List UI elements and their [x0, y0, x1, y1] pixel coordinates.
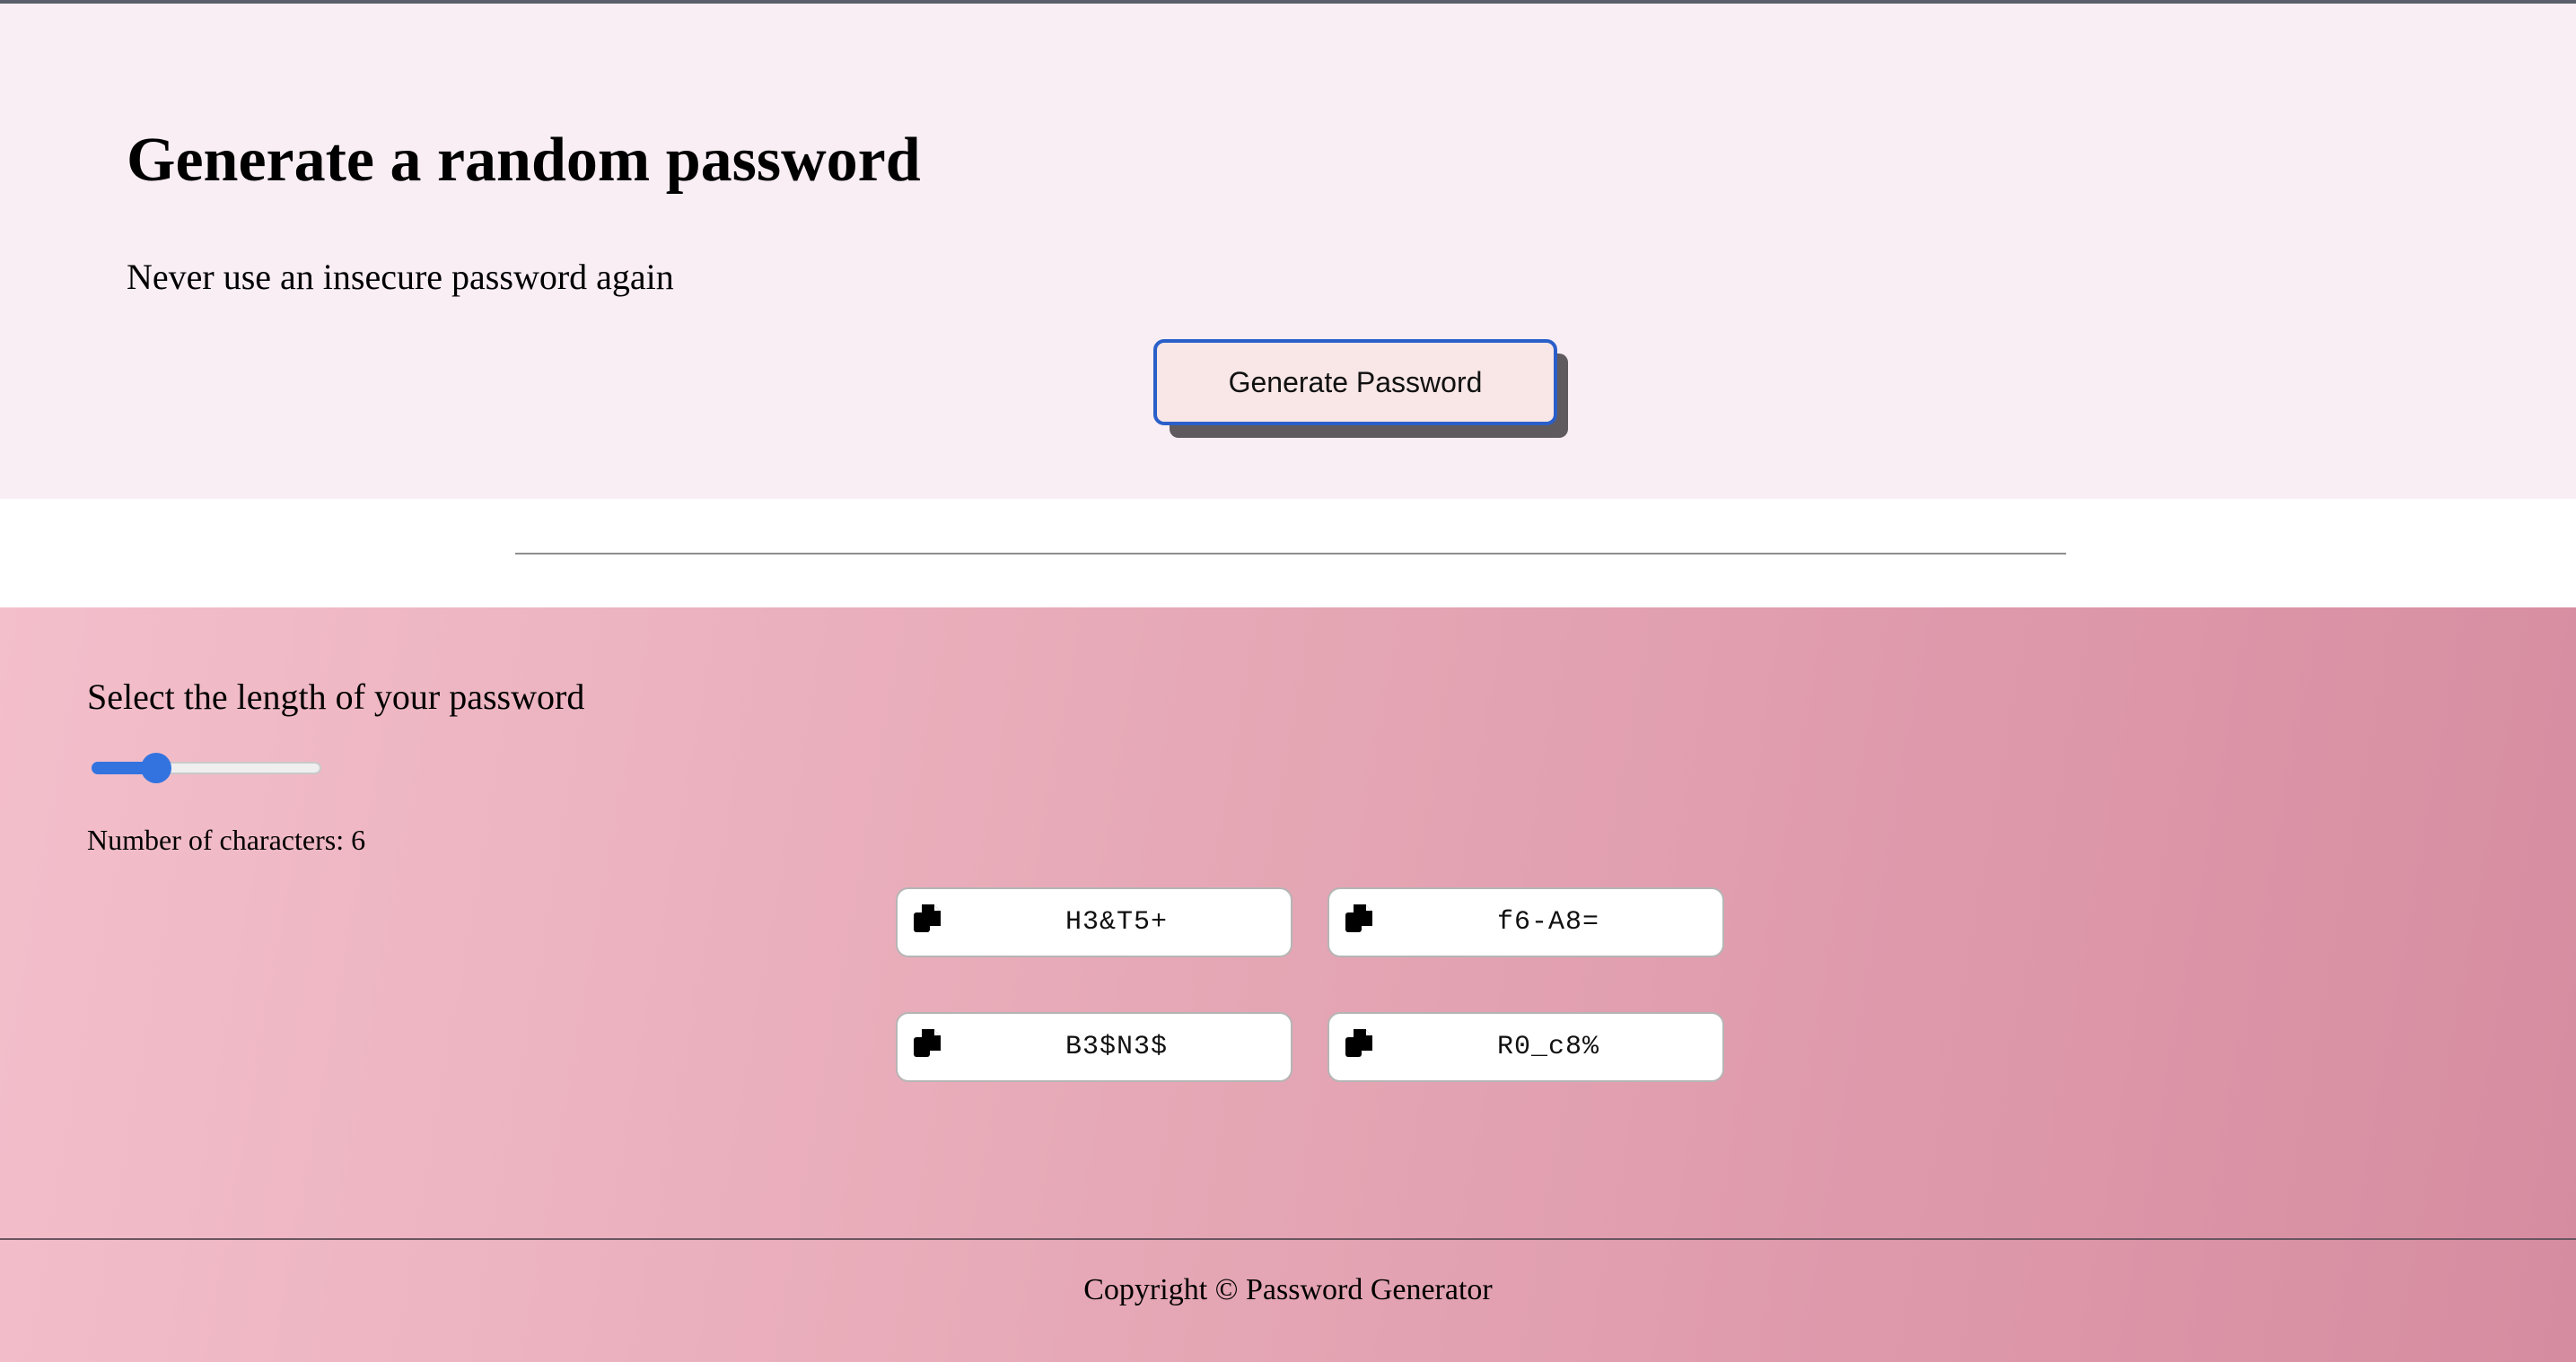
hero-section: Generate a random password Never use an …	[0, 4, 2576, 499]
password-box[interactable]: H3&T5+	[896, 887, 1292, 957]
copy-icon[interactable]	[1344, 903, 1376, 935]
password-section: Select the length of your password Numbe…	[0, 607, 2576, 1362]
password-text: B3$N3$	[1065, 1032, 1169, 1062]
password-text: f6-A8=	[1496, 907, 1600, 938]
length-label: Select the length of your password	[87, 677, 585, 717]
password-text: H3&T5+	[1065, 907, 1169, 938]
section-divider	[515, 553, 2066, 554]
copy-icon[interactable]	[912, 1027, 944, 1060]
password-box[interactable]: B3$N3$	[896, 1012, 1292, 1082]
password-box[interactable]: f6-A8=	[1327, 887, 1724, 957]
footer-divider	[0, 1238, 2576, 1240]
copy-icon[interactable]	[912, 903, 944, 935]
footer-copyright: Copyright © Password Generator	[1083, 1273, 1493, 1306]
page-subtitle: Never use an insecure password again	[127, 257, 674, 297]
generate-password-button[interactable]: Generate Password	[1153, 339, 1557, 425]
slider-thumb[interactable]	[140, 753, 171, 783]
copy-icon[interactable]	[1344, 1027, 1376, 1060]
password-text: R0_c8%	[1496, 1032, 1600, 1062]
page-title: Generate a random password	[127, 126, 921, 195]
password-box[interactable]: R0_c8%	[1327, 1012, 1724, 1082]
length-slider[interactable]	[92, 753, 321, 783]
character-count: Number of characters: 6	[87, 824, 366, 856]
